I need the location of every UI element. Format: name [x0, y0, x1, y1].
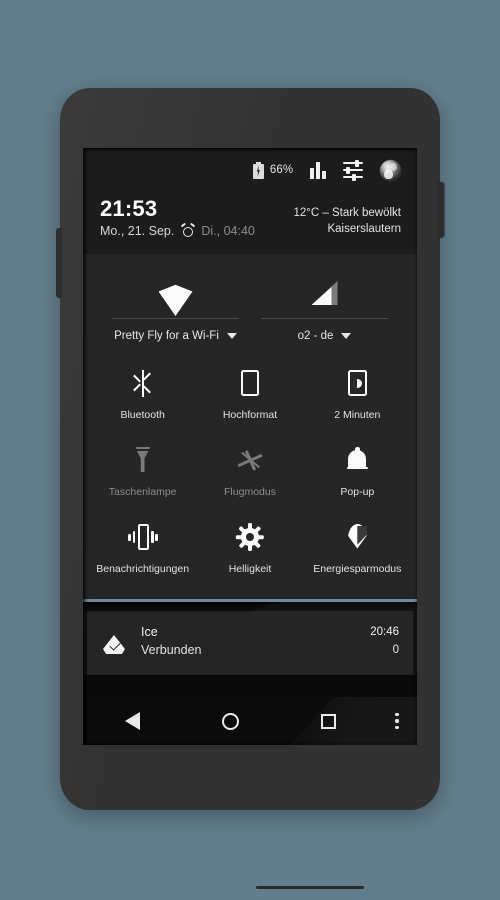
tile-label: Bluetooth [120, 409, 165, 421]
cellular-signal-icon [311, 270, 338, 316]
next-alarm-label: Di., 04:40 [201, 224, 255, 238]
power-button[interactable] [437, 182, 444, 238]
weather-location: Kaiserslautern [327, 223, 401, 235]
phone-screen: 66% 21:53 Mo., 21. Sep. Di., 04:40 12°C … [83, 148, 417, 745]
tile-label: Flugmodus [224, 486, 276, 498]
wifi-tile-label-row[interactable]: Pretty Fly for a Wi-Fi [114, 330, 237, 342]
mobile-tile[interactable]: o2 - de [250, 270, 399, 342]
user-avatar[interactable] [380, 159, 401, 181]
mobile-tile-label-row[interactable]: o2 - de [298, 330, 352, 342]
battery-status: 66% [252, 161, 294, 179]
wifi-icon [159, 270, 193, 316]
recents-square-icon [320, 713, 336, 729]
tile-brightness[interactable]: Helligkeit [196, 512, 303, 589]
battery-percent-label: 66% [269, 164, 294, 176]
navigation-bar [83, 697, 417, 745]
tile-bluetooth[interactable]: Bluetooth [89, 358, 196, 435]
clock-time: 21:53 [100, 196, 158, 221]
tile-underline [261, 318, 388, 319]
notification-bell-icon [346, 445, 368, 475]
home-circle-icon [221, 712, 239, 730]
tile-label: 2 Minuten [334, 409, 381, 421]
shield-check-icon [101, 631, 127, 657]
chevron-down-icon[interactable] [226, 333, 237, 339]
alarm-clock-icon [180, 222, 195, 238]
notification-content: Ice Verbunden 20:46 0 [141, 623, 399, 659]
tile-notifications[interactable]: Benachrichtigungen [89, 512, 196, 589]
chevron-down-icon[interactable] [341, 333, 352, 339]
quick-settings-panel: Pretty Fly for a Wi-Fi o2 - de Bluetooth… [83, 254, 417, 728]
clock-weather-header: 21:53 Mo., 21. Sep. Di., 04:40 12°C – St… [83, 192, 417, 254]
panel-divider[interactable] [83, 599, 417, 612]
tile-label: Helligkeit [228, 563, 272, 575]
rotation-portrait-icon [240, 368, 259, 398]
notification-subtitle: Verbunden [141, 643, 202, 657]
tile-underline [112, 318, 239, 319]
screenshot-stage: 66% 21:53 Mo., 21. Sep. Di., 04:40 12°C … [0, 0, 500, 900]
notification-area: Ice Verbunden 20:46 0 [83, 602, 417, 675]
tile-rotation[interactable]: Hochformat [196, 358, 303, 435]
notification-count: 0 [392, 644, 399, 656]
clock-subline: Mo., 21. Sep. Di., 04:40 [100, 222, 255, 238]
tile-label: Benachrichtigungen [96, 563, 190, 575]
clock-block[interactable]: 21:53 Mo., 21. Sep. Di., 04:40 [100, 196, 255, 238]
home-button[interactable] [181, 712, 279, 730]
connection-tiles: Pretty Fly for a Wi-Fi o2 - de [83, 258, 417, 342]
volume-button[interactable] [56, 228, 62, 298]
tile-flashlight[interactable]: Taschenlampe [89, 435, 196, 512]
vibrate-icon [128, 522, 158, 552]
clock-date: Mo., 21. Sep. [100, 224, 175, 238]
battery-charging-icon [252, 161, 264, 179]
wifi-network-name: Pretty Fly for a Wi-Fi [114, 330, 219, 342]
status-bar: 66% [83, 148, 417, 192]
battery-saver-pin-icon [347, 522, 367, 552]
sliders-icon[interactable] [343, 159, 363, 181]
tile-battery-saver[interactable]: Energiesparmodus [304, 512, 411, 589]
bottom-speaker [256, 886, 364, 889]
tile-label: Pop-up [340, 486, 375, 498]
airplane-mode-icon [237, 445, 263, 475]
tile-airplane-mode[interactable]: Flugmodus [196, 435, 303, 512]
tile-label: Taschenlampe [108, 486, 177, 498]
notification-meta: 20:46 0 [370, 623, 399, 659]
tile-popup[interactable]: Pop-up [304, 435, 411, 512]
notification-time: 20:46 [370, 626, 399, 638]
notification-text: Ice Verbunden [141, 623, 201, 659]
notification-title: Ice [141, 625, 158, 639]
overflow-menu-button[interactable] [377, 712, 417, 730]
weather-block[interactable]: 12°C – Stark bewölkt Kaiserslautern [293, 196, 401, 237]
back-button[interactable] [83, 712, 181, 730]
tile-screen-timeout[interactable]: 2 Minuten [304, 358, 411, 435]
carrier-name: o2 - de [297, 330, 334, 342]
tile-label: Energiesparmodus [313, 563, 402, 575]
weather-condition: 12°C – Stark bewölkt [293, 207, 401, 219]
quick-settings-grid: Bluetooth Hochformat 2 Minuten Taschenla… [83, 342, 417, 728]
recents-button[interactable] [279, 713, 377, 729]
bar-chart-icon[interactable] [310, 161, 326, 179]
back-triangle-icon [124, 712, 140, 730]
screen-timeout-icon [347, 368, 367, 398]
flashlight-icon [135, 445, 151, 475]
notification-item[interactable]: Ice Verbunden 20:46 0 [87, 611, 413, 675]
bluetooth-icon [133, 368, 151, 398]
wifi-tile[interactable]: Pretty Fly for a Wi-Fi [101, 270, 250, 342]
brightness-icon [235, 522, 264, 552]
tile-label: Hochformat [222, 409, 278, 421]
